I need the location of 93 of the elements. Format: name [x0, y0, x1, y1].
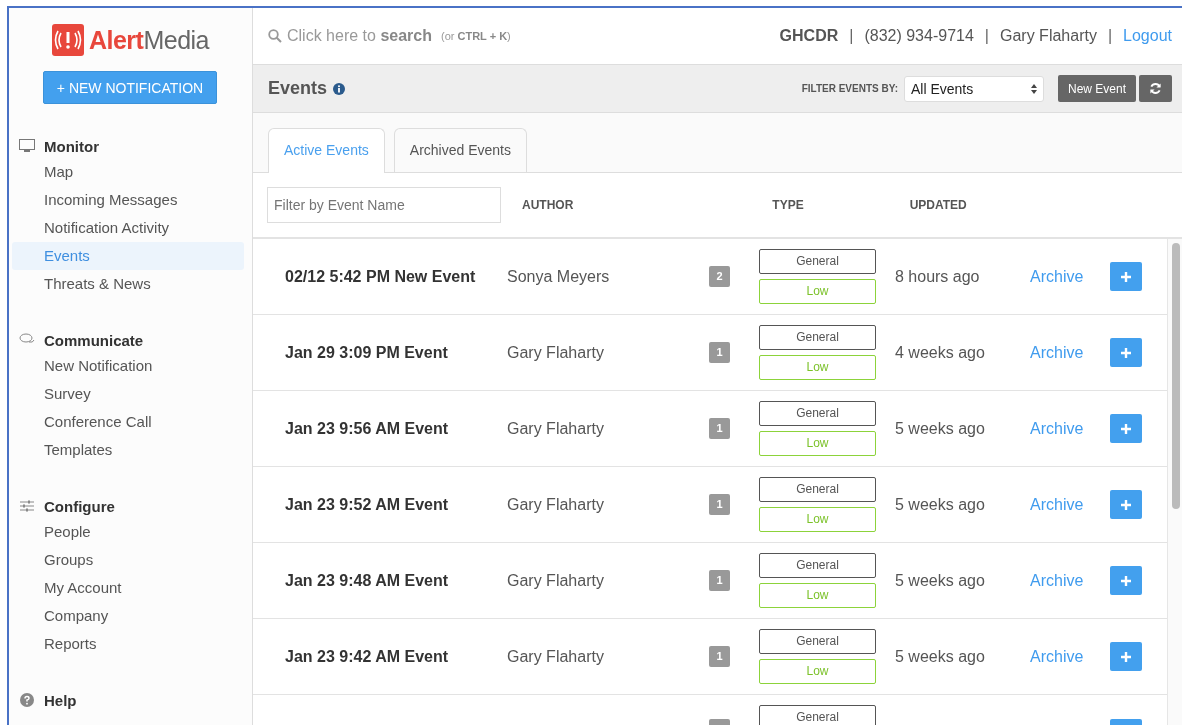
logo-icon	[51, 24, 84, 56]
sidebar-item[interactable]: Incoming Messages	[12, 186, 244, 214]
event-name[interactable]: 02/12 5:42 PM New Event	[253, 267, 507, 286]
priority-tag: Low	[759, 431, 876, 456]
sidebar-item[interactable]: Reports	[12, 630, 244, 658]
sidebar-item[interactable]: New Notification	[12, 352, 244, 380]
type-tag: General	[759, 629, 876, 654]
search-icon	[268, 29, 282, 43]
updated-time: 5 weeks ago	[895, 647, 986, 666]
filter-dropdown[interactable]: All Events	[903, 75, 1044, 102]
count-badge: 1	[709, 418, 730, 439]
help-icon	[19, 693, 35, 707]
add-button[interactable]	[1110, 338, 1142, 367]
updated-time: 5 weeks ago	[895, 495, 986, 514]
add-button[interactable]	[1110, 490, 1142, 519]
refresh-button[interactable]	[1139, 75, 1172, 102]
info-icon[interactable]	[333, 82, 346, 95]
separator: |	[849, 27, 854, 45]
type-tag: General	[759, 401, 876, 426]
refresh-icon	[1149, 82, 1162, 95]
account-code: GHCDR	[779, 27, 839, 45]
sidebar-section-title: Configure	[44, 497, 115, 515]
plus-icon	[1121, 499, 1131, 510]
priority-tag: Low	[759, 355, 876, 380]
count-badge: 1	[709, 494, 730, 515]
plus-icon	[1121, 423, 1131, 434]
priority-tag: Low	[759, 507, 876, 532]
page-title: Events	[268, 78, 328, 99]
type-tag: General	[759, 249, 876, 274]
add-button[interactable]	[1110, 414, 1142, 443]
sidebar-item[interactable]: Notification Activity	[12, 214, 244, 242]
updated-time: 4 weeks ago	[895, 343, 986, 362]
separator: |	[984, 27, 989, 45]
sidebar-item[interactable]: Conference Call	[12, 408, 244, 436]
updated-time: 5 weeks ago	[895, 419, 986, 438]
author-name: Gary Flaharty	[507, 343, 605, 362]
phone-number: (832) 934-9714	[864, 27, 974, 45]
sidebar-item[interactable]: Survey	[12, 380, 244, 408]
plus-icon	[1121, 651, 1131, 662]
updated-time: 5 weeks ago	[895, 571, 986, 590]
user-name: Gary Flaharty	[1000, 27, 1097, 45]
plus-icon	[1121, 575, 1131, 586]
event-name[interactable]: Jan 29 3:09 PM Event	[253, 343, 507, 362]
dropdown-arrows-icon	[1030, 83, 1037, 94]
author-name: Gary Flaharty	[507, 647, 605, 666]
priority-tag: Low	[759, 583, 876, 608]
author-name: Gary Flaharty	[507, 495, 605, 514]
add-button[interactable]	[1110, 262, 1142, 291]
sidebar-section-title: Communicate	[44, 331, 144, 349]
tab[interactable]: Archived Events	[393, 128, 527, 172]
column-header: AUTHOR	[522, 198, 574, 212]
monitor-icon	[19, 139, 35, 153]
type-tag: General	[759, 325, 876, 350]
type-tag: General	[759, 705, 876, 725]
sidebar-item[interactable]: Groups	[12, 546, 244, 574]
event-name-filter[interactable]: Filter by Event Name	[267, 187, 501, 223]
plus-icon	[1121, 347, 1131, 358]
add-button[interactable]	[1110, 566, 1142, 595]
author-name: Gary Flaharty	[507, 419, 605, 438]
sidebar-section-title: Monitor	[44, 137, 99, 155]
sidebar-item[interactable]: My Account	[12, 574, 244, 602]
sidebar-item[interactable]: Map	[12, 158, 244, 186]
filter-label: FILTER EVENTS BY:	[801, 83, 898, 94]
priority-tag: Low	[759, 659, 876, 684]
scrollbar-thumb[interactable]	[1172, 243, 1180, 509]
search-field[interactable]: Click here to search (or CTRL + K)	[268, 27, 780, 45]
logo-text: AlertMedia	[88, 25, 210, 55]
type-tag: General	[759, 553, 876, 578]
author-name: Gary Flaharty	[507, 571, 605, 590]
event-name[interactable]: Jan 23 9:48 AM Event	[253, 571, 507, 590]
event-name[interactable]: Jan 23 9:56 AM Event	[253, 419, 507, 438]
column-header: TYPE	[772, 198, 804, 212]
add-button[interactable]	[1110, 642, 1142, 671]
sidebar-item[interactable]: Company	[12, 602, 244, 630]
column-header: UPDATED	[909, 198, 967, 212]
priority-tag: Low	[759, 279, 876, 304]
event-name[interactable]: Jan 23 9:42 AM Event	[253, 647, 507, 666]
updated-time: 8 hours ago	[895, 267, 981, 286]
type-tag: General	[759, 477, 876, 502]
count-badge: 1	[709, 570, 730, 591]
sidebar-item[interactable]: People	[12, 518, 244, 546]
count-badge: 1	[709, 646, 730, 667]
sidebar-section-title: Help	[44, 691, 77, 709]
sidebar-item[interactable]: Templates	[12, 436, 244, 464]
event-name[interactable]: Jan 23 9:52 AM Event	[253, 495, 507, 514]
author-name: Sonya Meyers	[507, 267, 611, 286]
separator: |	[1107, 27, 1113, 45]
plus-icon	[1121, 271, 1131, 282]
new-event-button[interactable]: New Event	[1057, 75, 1136, 102]
sidebar-item[interactable]: Threats & News	[12, 270, 244, 298]
sliders-icon	[19, 499, 35, 513]
count-badge: 1	[709, 342, 730, 363]
count-badge: 2	[709, 266, 730, 287]
